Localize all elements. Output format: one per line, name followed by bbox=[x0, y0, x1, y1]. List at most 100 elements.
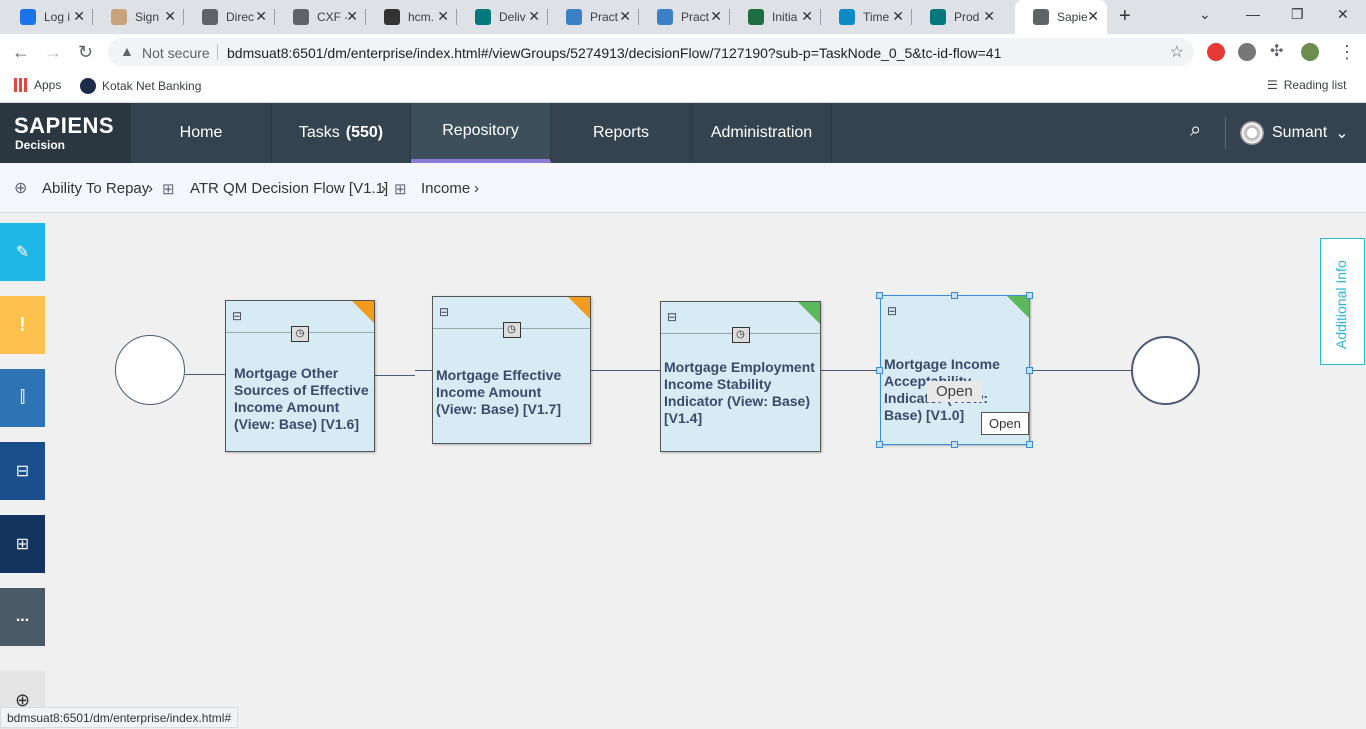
url-text[interactable]: bdmsuat8:6501/dm/enterprise/index.html#/… bbox=[227, 45, 1001, 61]
exclamation-icon[interactable]: ! bbox=[0, 296, 45, 354]
profile-avatar[interactable] bbox=[1301, 43, 1319, 61]
clock-icon: ◷ bbox=[502, 322, 521, 338]
extension-icon[interactable] bbox=[1238, 43, 1256, 61]
flow-icon[interactable]: ⊞ bbox=[0, 515, 45, 573]
flow-canvas[interactable]: ✎ ! ⫿ ⊟ ⊞ ... ⊕ ⊟ ◷ Mortgage Other Sourc… bbox=[0, 213, 1366, 729]
browser-tab[interactable]: CXF - ✕ bbox=[275, 3, 366, 31]
bookmark-star-icon[interactable]: ☆ bbox=[1170, 42, 1184, 62]
puzzle-icon[interactable]: ✣ bbox=[1270, 41, 1288, 60]
tree-icon[interactable]: ⊟ bbox=[0, 442, 45, 500]
tab-close-icon[interactable]: ✕ bbox=[346, 8, 358, 25]
browser-tab[interactable]: Sapie ✕ bbox=[1015, 0, 1107, 34]
search-icon[interactable]: ⌕ bbox=[1190, 119, 1201, 142]
tab-title: Time bbox=[863, 10, 890, 24]
user-menu[interactable]: Sumant ⌄ bbox=[1240, 121, 1349, 145]
tab-close-icon[interactable]: ✕ bbox=[164, 8, 176, 25]
browser-tab[interactable]: Direc ✕ bbox=[184, 3, 275, 31]
forward-icon[interactable]: → bbox=[44, 42, 62, 63]
tab-favicon-icon bbox=[748, 9, 764, 25]
tab-close-icon[interactable]: ✕ bbox=[619, 8, 631, 25]
tasks-count: (550) bbox=[345, 124, 384, 141]
tab-close-icon[interactable]: ✕ bbox=[1087, 8, 1099, 25]
pencil-icon[interactable]: ✎ bbox=[0, 223, 45, 281]
divider bbox=[217, 44, 218, 60]
flow-node[interactable]: ⊟ ◷ Mortgage Effective Income Amount (Vi… bbox=[432, 296, 591, 444]
browser-tab[interactable]: Pract ✕ bbox=[639, 3, 730, 31]
resize-handle[interactable] bbox=[1026, 441, 1033, 448]
omnibox[interactable]: ▲ Not secure bdmsuat8:6501/dm/enterprise… bbox=[108, 38, 1194, 66]
close-window-icon[interactable]: ✕ bbox=[1337, 6, 1349, 23]
start-event[interactable] bbox=[115, 335, 185, 405]
nav-home-label: Home bbox=[179, 124, 223, 141]
tab-close-icon[interactable]: ✕ bbox=[255, 8, 267, 25]
tree-icon: ⊟ bbox=[232, 309, 243, 323]
warning-badge bbox=[568, 297, 590, 319]
bookmark-apps[interactable]: Apps bbox=[14, 78, 61, 92]
restore-icon[interactable]: ❐ bbox=[1291, 6, 1304, 23]
flow-arrow bbox=[415, 370, 432, 371]
resize-handle[interactable] bbox=[876, 292, 883, 299]
browser-tab[interactable]: Sign ✕ bbox=[93, 3, 184, 31]
tab-title: Pract bbox=[681, 10, 710, 24]
tab-title: Sapie bbox=[1057, 10, 1087, 24]
bookmark-kotak[interactable]: Kotak Net Banking bbox=[80, 78, 201, 94]
flow-node[interactable]: ⊟ ◷ Mortgage Employment Income Stability… bbox=[660, 301, 821, 452]
tab-favicon-icon bbox=[20, 9, 36, 25]
minimize-icon[interactable]: — bbox=[1246, 6, 1260, 22]
tab-close-icon[interactable]: ✕ bbox=[73, 8, 85, 25]
reading-list[interactable]: ☰ Reading list bbox=[1267, 78, 1346, 92]
browser-tab[interactable]: Initia ✕ bbox=[730, 3, 821, 31]
browser-tab[interactable]: hcm. ✕ bbox=[366, 3, 457, 31]
new-tab-button[interactable]: + bbox=[1119, 5, 1131, 28]
nav-administration[interactable]: Administration bbox=[692, 103, 832, 163]
browser-menu-icon[interactable]: ⋮ bbox=[1338, 42, 1356, 63]
tab-title: hcm. bbox=[408, 10, 435, 24]
resize-handle[interactable] bbox=[876, 441, 883, 448]
browser-tab[interactable]: Prod ✕ bbox=[912, 3, 1003, 31]
tab-close-icon[interactable]: ✕ bbox=[892, 8, 904, 25]
open-hint[interactable]: Open bbox=[927, 381, 982, 402]
browser-tab[interactable]: Time ✕ bbox=[821, 3, 912, 31]
nav-tasks[interactable]: Tasks (550) bbox=[272, 103, 411, 163]
resize-handle[interactable] bbox=[1026, 367, 1033, 374]
logo-sub: Decision bbox=[15, 138, 66, 152]
tab-favicon-icon bbox=[930, 9, 946, 25]
end-event[interactable] bbox=[1131, 336, 1200, 405]
resize-handle[interactable] bbox=[951, 292, 958, 299]
browser-tab[interactable]: Deliv ✕ bbox=[457, 3, 548, 31]
breadcrumb-flow[interactable]: ATR QM Decision Flow [V1.1] bbox=[190, 180, 388, 197]
browser-tab[interactable]: Pract ✕ bbox=[548, 3, 639, 31]
breadcrumb-current[interactable]: Income bbox=[421, 180, 470, 197]
breadcrumb-root[interactable]: Ability To Repay bbox=[42, 180, 149, 197]
resize-handle[interactable] bbox=[951, 441, 958, 448]
tree-icon: ⊟ bbox=[887, 304, 898, 318]
resize-handle[interactable] bbox=[1026, 292, 1033, 299]
flow-icon: ⊞ bbox=[162, 181, 175, 198]
nav-reports[interactable]: Reports bbox=[551, 103, 692, 163]
tab-close-icon[interactable]: ✕ bbox=[710, 8, 722, 25]
tab-search-icon[interactable]: ⌄ bbox=[1199, 6, 1211, 23]
tab-close-icon[interactable]: ✕ bbox=[801, 8, 813, 25]
sapiens-logo[interactable]: SAPIENS Decision bbox=[0, 103, 131, 163]
more-icon[interactable]: ... bbox=[0, 588, 45, 646]
additional-info-tab[interactable]: Additional Info bbox=[1320, 238, 1365, 365]
reload-icon[interactable]: ↻ bbox=[78, 42, 93, 63]
tab-close-icon[interactable]: ✕ bbox=[528, 8, 540, 25]
back-icon[interactable]: ← bbox=[12, 42, 30, 63]
test-tube-icon[interactable]: ⫿ bbox=[0, 369, 45, 427]
nav-home[interactable]: Home bbox=[131, 103, 272, 163]
tab-close-icon[interactable]: ✕ bbox=[437, 8, 449, 25]
resize-handle[interactable] bbox=[876, 367, 883, 374]
more-glyph: ... bbox=[15, 608, 30, 625]
nav-repository[interactable]: Repository bbox=[411, 103, 551, 163]
node-label: Mortgage Other Sources of Effective Inco… bbox=[234, 365, 369, 432]
flow-node[interactable]: ⊟ ◷ Mortgage Other Sources of Effective … bbox=[225, 300, 375, 452]
adblock-extension-icon[interactable] bbox=[1207, 43, 1225, 61]
flow-icon: ⊞ bbox=[394, 181, 407, 198]
not-secure-label[interactable]: Not secure bbox=[142, 45, 210, 61]
browser-tab[interactable]: Log i ✕ bbox=[2, 3, 93, 31]
tab-favicon-icon bbox=[839, 9, 855, 25]
flow-arrow bbox=[821, 370, 880, 371]
tab-close-icon[interactable]: ✕ bbox=[983, 8, 995, 25]
flow-arrow bbox=[591, 370, 660, 371]
